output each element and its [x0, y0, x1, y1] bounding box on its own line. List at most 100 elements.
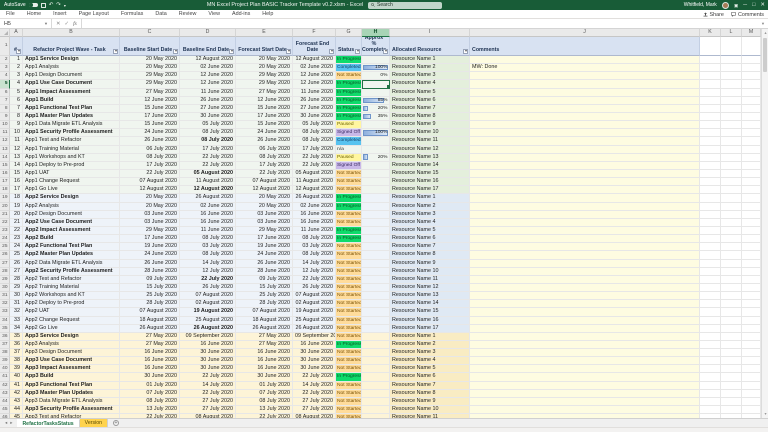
cell-C38[interactable]: 16 June 2020 [120, 349, 180, 357]
cell-J6[interactable] [470, 89, 700, 97]
cell-F5[interactable]: 12 June 2020 [293, 80, 336, 88]
cell-I16[interactable]: Resource Name 15 [390, 170, 470, 178]
cell-M12[interactable] [742, 137, 761, 145]
cell-J40[interactable] [470, 365, 700, 373]
cell-L18[interactable] [721, 186, 742, 194]
cell-B12[interactable]: App1 Test and Refactor [23, 137, 120, 145]
cell-E30[interactable]: 15 July 2020 [236, 284, 293, 292]
cell-I12[interactable]: Resource Name 11 [390, 137, 470, 145]
cell-I30[interactable]: Resource Name 12 [390, 284, 470, 292]
cell-L42[interactable] [721, 382, 742, 390]
row-header-22[interactable]: 22 [0, 219, 10, 227]
cell-L2[interactable] [721, 56, 742, 64]
cell-J11[interactable] [470, 129, 700, 137]
cell-H30[interactable] [362, 284, 390, 292]
cell-I26[interactable]: Resource Name 8 [390, 251, 470, 259]
cell-A27[interactable]: 26 [10, 260, 23, 268]
cell-A5[interactable]: 4 [10, 80, 23, 88]
cell-L32[interactable] [721, 300, 742, 308]
cell-D4[interactable]: 12 June 2020 [180, 72, 236, 80]
cell-G19[interactable]: In Progress [336, 194, 362, 202]
cell-K12[interactable] [700, 137, 721, 145]
ribbon-tab-view[interactable]: View [202, 11, 226, 17]
cell-M41[interactable] [742, 373, 761, 381]
cell-I44[interactable]: Resource Name 9 [390, 398, 470, 406]
cell-J41[interactable] [470, 373, 700, 381]
enter-icon[interactable]: ✓ [65, 21, 70, 27]
cell-M10[interactable] [742, 121, 761, 129]
cell-J45[interactable] [470, 406, 700, 414]
cell-D30[interactable]: 26 July 2020 [180, 284, 236, 292]
row-header-29[interactable]: 29 [0, 276, 10, 284]
cell-K29[interactable] [700, 276, 721, 284]
cell-C21[interactable]: 03 June 2020 [120, 211, 180, 219]
cell-H19[interactable] [362, 194, 390, 202]
cell-D27[interactable]: 14 July 2020 [180, 260, 236, 268]
cell-A3[interactable]: 2 [10, 64, 23, 72]
header-cell-baseline-start-date[interactable]: Baseline Start Date [120, 37, 180, 56]
sheet-nav-left-icon[interactable]: ◂ [5, 420, 7, 426]
cell-M40[interactable] [742, 365, 761, 373]
cell-I34[interactable]: Resource Name 16 [390, 317, 470, 325]
cell-A19[interactable]: 18 [10, 194, 23, 202]
cell-C26[interactable]: 24 June 2020 [120, 251, 180, 259]
cell-E13[interactable]: 06 July 2020 [236, 146, 293, 154]
cell-A38[interactable]: 37 [10, 349, 23, 357]
row-header-21[interactable]: 21 [0, 211, 10, 219]
header-cell-K[interactable] [700, 37, 721, 56]
cell-K22[interactable] [700, 219, 721, 227]
cell-G8[interactable]: In Progress [336, 105, 362, 113]
cell-M23[interactable] [742, 227, 761, 235]
cell-A14[interactable]: 13 [10, 154, 23, 162]
cell-A31[interactable]: 30 [10, 292, 23, 300]
row-header-33[interactable]: 33 [0, 308, 10, 316]
cell-L31[interactable] [721, 292, 742, 300]
cell-K33[interactable] [700, 308, 721, 316]
cell-F15[interactable]: 22 July 2020 [293, 162, 336, 170]
cell-I43[interactable]: Resource Name 8 [390, 390, 470, 398]
cell-J18[interactable] [470, 186, 700, 194]
cell-H31[interactable] [362, 292, 390, 300]
row-header-2[interactable]: 2 [0, 56, 10, 64]
cell-C42[interactable]: 01 July 2020 [120, 382, 180, 390]
cell-B16[interactable]: App1 UAT [23, 170, 120, 178]
cell-M27[interactable] [742, 260, 761, 268]
row-header-34[interactable]: 34 [0, 317, 10, 325]
cell-H28[interactable] [362, 268, 390, 276]
filter-button-H[interactable] [383, 49, 388, 54]
scrollbar-thumb[interactable] [763, 38, 767, 72]
cell-F45[interactable]: 27 July 2020 [293, 406, 336, 414]
cell-G13[interactable]: n/a [336, 146, 362, 154]
cell-M7[interactable] [742, 97, 761, 105]
ribbon-display-options-icon[interactable]: ▣ [734, 3, 738, 8]
cell-B30[interactable]: App2 Training Material [23, 284, 120, 292]
filter-button-E[interactable] [286, 49, 291, 54]
cell-L37[interactable] [721, 341, 742, 349]
cell-E32[interactable]: 28 July 2020 [236, 300, 293, 308]
cell-L40[interactable] [721, 365, 742, 373]
ribbon-tab-insert[interactable]: Insert [47, 11, 72, 17]
cell-B26[interactable]: App2 Master Plan Updates [23, 251, 120, 259]
cell-L14[interactable] [721, 154, 742, 162]
cell-G39[interactable]: Not Started [336, 357, 362, 365]
cell-L16[interactable] [721, 170, 742, 178]
cell-J33[interactable] [470, 308, 700, 316]
cell-E19[interactable]: 20 May 2020 [236, 194, 293, 202]
row-header-13[interactable]: 13 [0, 146, 10, 154]
cell-A6[interactable]: 5 [10, 89, 23, 97]
cell-D15[interactable]: 22 July 2020 [180, 162, 236, 170]
cell-A2[interactable]: 1 [10, 56, 23, 64]
cell-K27[interactable] [700, 260, 721, 268]
cell-K21[interactable] [700, 211, 721, 219]
cell-H9[interactable]: 35% [362, 113, 390, 121]
cell-B19[interactable]: App2 Service Design [23, 194, 120, 202]
cell-A8[interactable]: 7 [10, 105, 23, 113]
cell-M3[interactable] [742, 64, 761, 72]
cell-F20[interactable]: 02 June 2020 [293, 203, 336, 211]
header-cell--[interactable]: # [10, 37, 23, 56]
filter-button-A[interactable] [16, 49, 21, 54]
cell-K13[interactable] [700, 146, 721, 154]
cell-A34[interactable]: 33 [10, 317, 23, 325]
row-header-43[interactable]: 43 [0, 390, 10, 398]
row-header-35[interactable]: 35 [0, 325, 10, 333]
